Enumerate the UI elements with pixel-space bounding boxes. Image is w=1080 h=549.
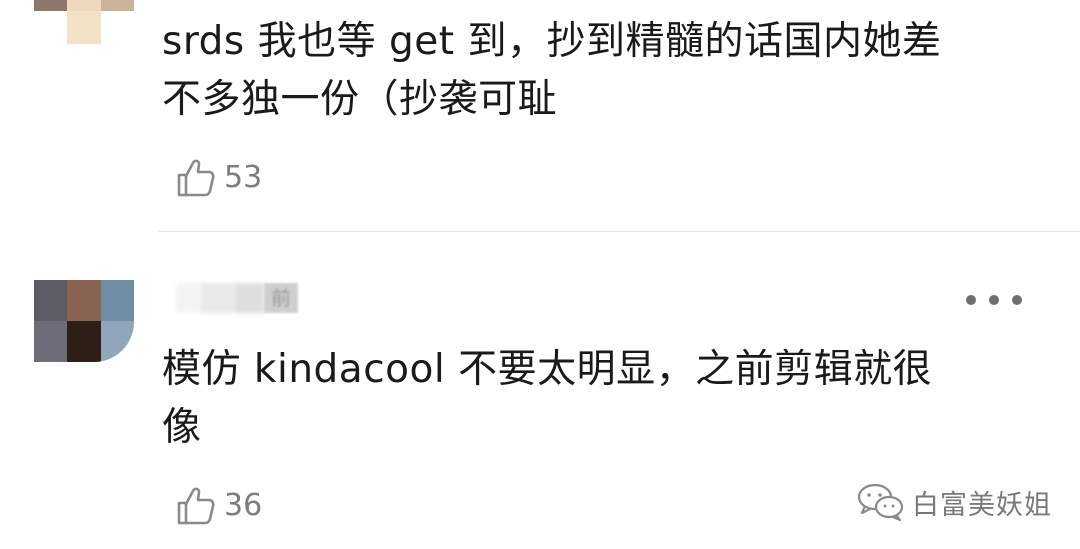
comment-text-line: srds 我也等 get 到，抄到精髓的话国内她差 [162,19,942,64]
blur-block [176,283,200,313]
more-dots-icon [989,295,999,305]
avatar[interactable] [34,0,134,44]
username-censored[interactable]: 前 [176,280,304,316]
avatar-pixel [67,11,101,44]
thumb-up-icon [174,155,218,199]
watermark: 白富美妖姐 [856,478,1052,526]
wechat-icon [856,482,906,522]
comment-text: 模仿 kindacool 不要太明显，之前剪辑就很 像 [162,341,1022,457]
avatar-pixel [100,280,134,321]
comment-text-line: 模仿 kindacool 不要太明显，之前剪辑就很 [162,347,933,392]
thumb-up-icon [174,483,218,527]
like-button[interactable]: 53 [174,153,262,201]
avatar-pixel [100,321,134,362]
comment-text-line: 不多独一份（抄袭可耻 [162,77,558,122]
avatar-pixel [34,0,68,11]
avatar[interactable] [34,280,134,362]
blur-block [234,283,264,313]
avatar-pixel [34,11,68,44]
avatar-pixel [34,321,68,362]
avatar-pixel [67,280,101,321]
avatar-pixel [100,0,134,11]
avatar-pixel [34,280,68,321]
comment-text-line: 像 [162,405,202,450]
username-fragment: 前 [264,283,298,313]
like-button[interactable]: 36 [174,481,262,529]
comment-divider [158,231,1080,232]
more-options-button[interactable] [966,286,1022,314]
avatar-pixel [67,321,101,362]
avatar-pixel [67,0,101,11]
more-dots-icon [1012,295,1022,305]
blur-block [200,283,234,313]
more-dots-icon [966,295,976,305]
watermark-text: 白富美妖姐 [912,489,1052,521]
like-count: 36 [224,487,263,523]
like-count: 53 [224,159,263,195]
comment-text: srds 我也等 get 到，抄到精髓的话国内她差 不多独一份（抄袭可耻 [162,13,1022,129]
avatar-pixel [100,11,134,44]
